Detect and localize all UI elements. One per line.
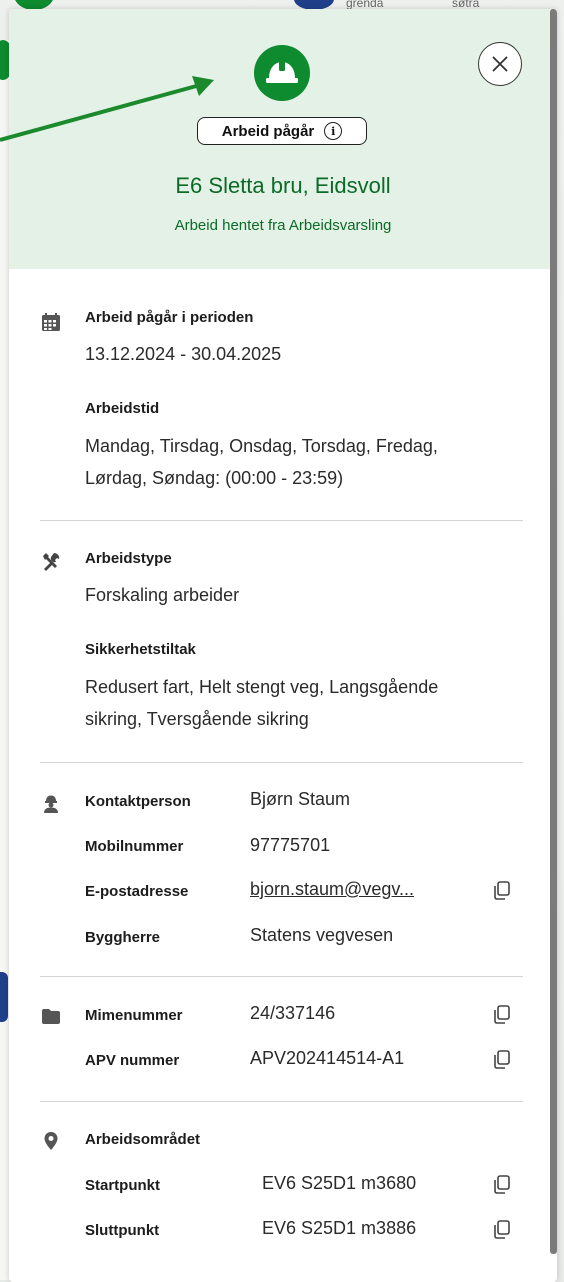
hard-hat-icon [254,45,310,101]
period-label: Arbeid pågår i perioden [85,309,254,326]
apv-label: APV nummer [85,1052,180,1069]
copy-email-icon[interactable] [491,879,513,901]
period-value: 13.12.2024 - 30.04.2025 [85,344,282,364]
apv-value: APV202414514-A1 [250,1048,405,1068]
worktime-value-line1: Mandag, Tirsdag, Onsdag, Torsdag, Fredag… [85,436,438,456]
close-button[interactable] [478,42,522,86]
close-icon [492,56,508,72]
page-subtitle: Arbeid hentet fra Arbeidsvarsling [174,217,392,234]
start-value: EV6 S25D1 m3680 [262,1173,417,1193]
worktype-value: Forskaling arbeider [85,585,240,605]
info-icon[interactable]: i [324,122,343,140]
copy-start-icon[interactable] [491,1173,513,1195]
area-label: Arbeidsområdet [85,1131,201,1148]
annotation-arrow [0,76,214,142]
work-details-panel: Arbeid pågår i E6 Sletta bru, Eidsvoll A… [9,9,557,1282]
tools-icon [43,553,60,571]
builder-value: Statens vegvesen [250,925,394,945]
mobile-value: 97775701 [250,835,331,855]
worktime-value-line2: Lørdag, Søndag: (00:00 - 23:59) [85,468,344,488]
contact-person-value: Bjørn Staum [250,789,351,809]
mobile-label: Mobilnummer [85,838,184,855]
divider [40,1101,523,1102]
worktype-label: Arbeidstype [85,550,172,567]
copy-apv-icon[interactable] [491,1048,513,1070]
person-icon [44,795,58,813]
divider [40,976,523,977]
email-link[interactable]: bjorn.staum@vegv... [250,879,414,900]
scrollbar[interactable] [550,9,557,1254]
map-marker[interactable] [0,972,8,1022]
builder-label: Byggherre [85,929,161,946]
calendar-icon [42,313,60,331]
end-label: Sluttpunkt [85,1222,160,1239]
mime-value: 24/337146 [250,1003,336,1023]
divider [40,520,523,521]
copy-end-icon[interactable] [491,1218,513,1240]
email-label: E-postadresse [85,883,189,900]
worktime-label: Arbeidstid [85,400,160,417]
safety-value-line2: sikring, Tversgående sikring [85,709,309,729]
end-value: EV6 S25D1 m3886 [262,1218,417,1238]
page-title: E6 Sletta bru, Eidsvoll [175,173,391,198]
divider [40,762,523,763]
location-pin-icon [44,1132,58,1150]
folder-icon [42,1009,60,1024]
copy-mime-icon[interactable] [491,1003,513,1025]
safety-value-line1: Redusert fart, Helt stengt veg, Langsgåe… [85,677,439,697]
map-road [0,40,9,1280]
safety-label: Sikkerhetstiltak [85,641,196,658]
mime-label: Mimenummer [85,1007,183,1024]
status-label: Arbeid pågår [221,122,315,140]
start-label: Startpunkt [85,1177,160,1194]
contact-person-label: Kontaktperson [85,793,191,810]
